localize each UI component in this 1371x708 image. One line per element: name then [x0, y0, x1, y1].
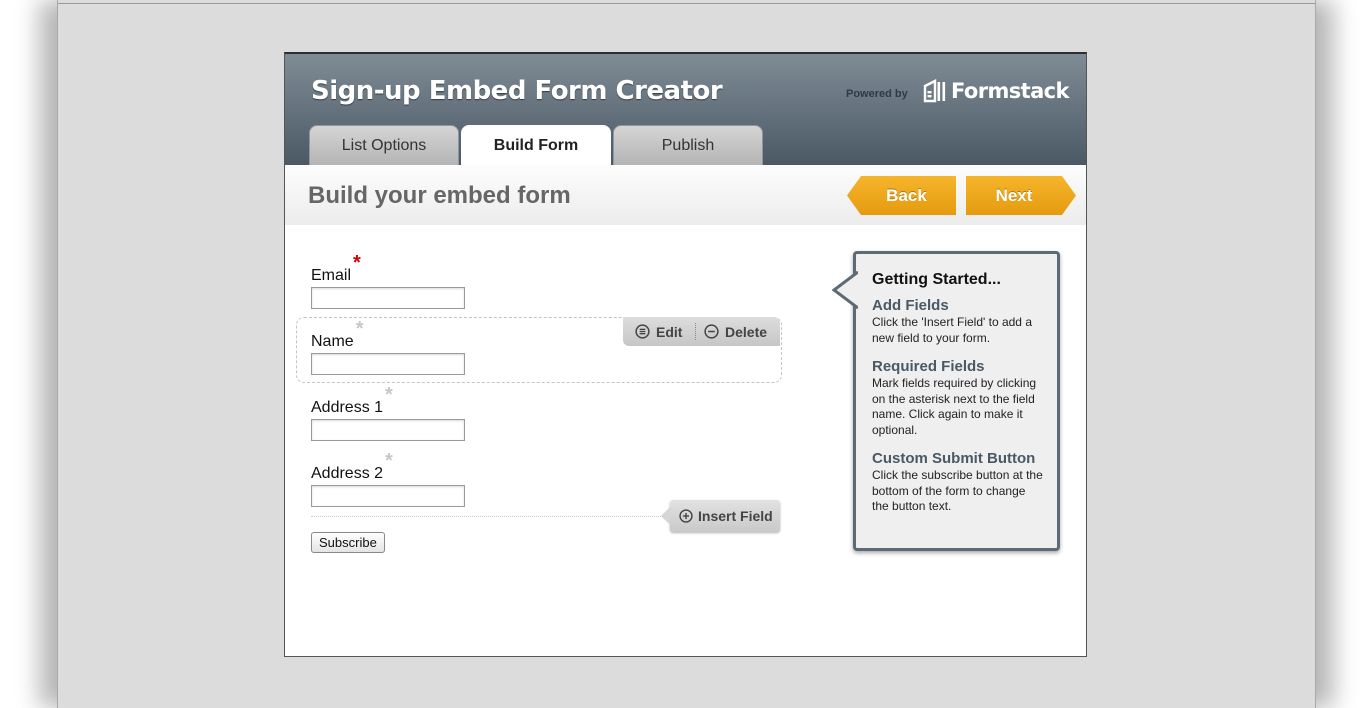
formstack-logo: Formstack	[923, 79, 1069, 103]
divider	[58, 3, 1315, 4]
address2-field-group: Address 2*	[311, 451, 465, 507]
insert-divider	[311, 516, 681, 517]
email-label: Email	[311, 267, 352, 284]
edit-icon	[635, 324, 650, 339]
insert-field-button[interactable]: Insert Field	[661, 500, 780, 532]
required-toggle-address1[interactable]: *	[385, 385, 393, 405]
tab-build-form[interactable]: Build Form	[461, 125, 611, 166]
name-field-group: Name*	[311, 319, 465, 375]
required-toggle-email[interactable]: *	[353, 253, 361, 273]
subscribe-button[interactable]: Subscribe	[311, 532, 385, 553]
help-heading: Add Fields	[872, 297, 949, 314]
address1-input[interactable]	[311, 419, 465, 441]
address1-field-group: Address 1*	[311, 385, 465, 441]
formstack-logo-icon	[923, 79, 946, 103]
plus-circle-icon	[679, 509, 693, 523]
help-title: Getting Started...	[872, 271, 1001, 288]
divider	[695, 323, 696, 340]
required-toggle-address2[interactable]: *	[385, 451, 393, 471]
page-title: Build your embed form	[308, 182, 571, 209]
name-input[interactable]	[311, 353, 465, 375]
email-field-group: Email*	[311, 253, 465, 309]
help-section-required-fields: Required Fields Mark fields required by …	[872, 358, 1043, 438]
help-body: Click the subscribe button at the bottom…	[872, 468, 1043, 513]
form-creator-panel: Sign-up Embed Form Creator Powered by Fo…	[284, 52, 1087, 657]
help-heading: Required Fields	[872, 358, 985, 375]
powered-by-label: Powered by	[846, 88, 908, 100]
edit-label: Edit	[656, 323, 683, 340]
app-header: Sign-up Embed Form Creator Powered by Fo…	[285, 54, 1086, 166]
brand-name: Formstack	[951, 79, 1069, 103]
edit-field-button[interactable]: Edit	[623, 324, 695, 340]
app-title: Sign-up Embed Form Creator	[311, 76, 723, 106]
tab-label: Publish	[661, 136, 715, 154]
help-heading: Custom Submit Button	[872, 450, 1036, 467]
delete-label: Delete	[725, 323, 768, 340]
address1-label: Address 1	[311, 399, 384, 416]
tab-label: List Options	[341, 136, 427, 154]
tab-list-options[interactable]: List Options	[309, 125, 459, 165]
back-button[interactable]: Back	[847, 176, 956, 215]
tab-publish[interactable]: Publish	[613, 125, 763, 165]
help-section-add-fields: Add Fields Click the 'Insert Field' to a…	[872, 297, 1043, 346]
page-header: Build your embed form Back Next	[285, 165, 1086, 225]
required-toggle-name[interactable]: *	[356, 319, 364, 339]
delete-field-button[interactable]: Delete	[704, 324, 767, 340]
insert-field-label: Insert Field	[698, 508, 773, 524]
callout-arrow	[832, 270, 858, 310]
help-section-custom-submit: Custom Submit Button Click the subscribe…	[872, 450, 1043, 515]
email-input[interactable]	[311, 287, 465, 309]
next-button[interactable]: Next	[966, 176, 1076, 215]
address2-label: Address 2	[311, 465, 384, 482]
back-button-label: Back	[886, 185, 927, 205]
help-body: Click the 'Insert Field' to add a new fi…	[872, 315, 1032, 345]
tab-label: Build Form	[493, 137, 579, 154]
field-actions-toolbar: Edit Delete	[623, 317, 780, 346]
minus-circle-icon	[704, 324, 719, 339]
next-button-label: Next	[995, 185, 1033, 205]
name-label: Name	[311, 333, 354, 350]
getting-started-panel: Getting Started... Add Fields Click the …	[832, 251, 1060, 551]
address2-input[interactable]	[311, 485, 465, 507]
help-body: Mark fields required by clicking on the …	[872, 376, 1037, 437]
